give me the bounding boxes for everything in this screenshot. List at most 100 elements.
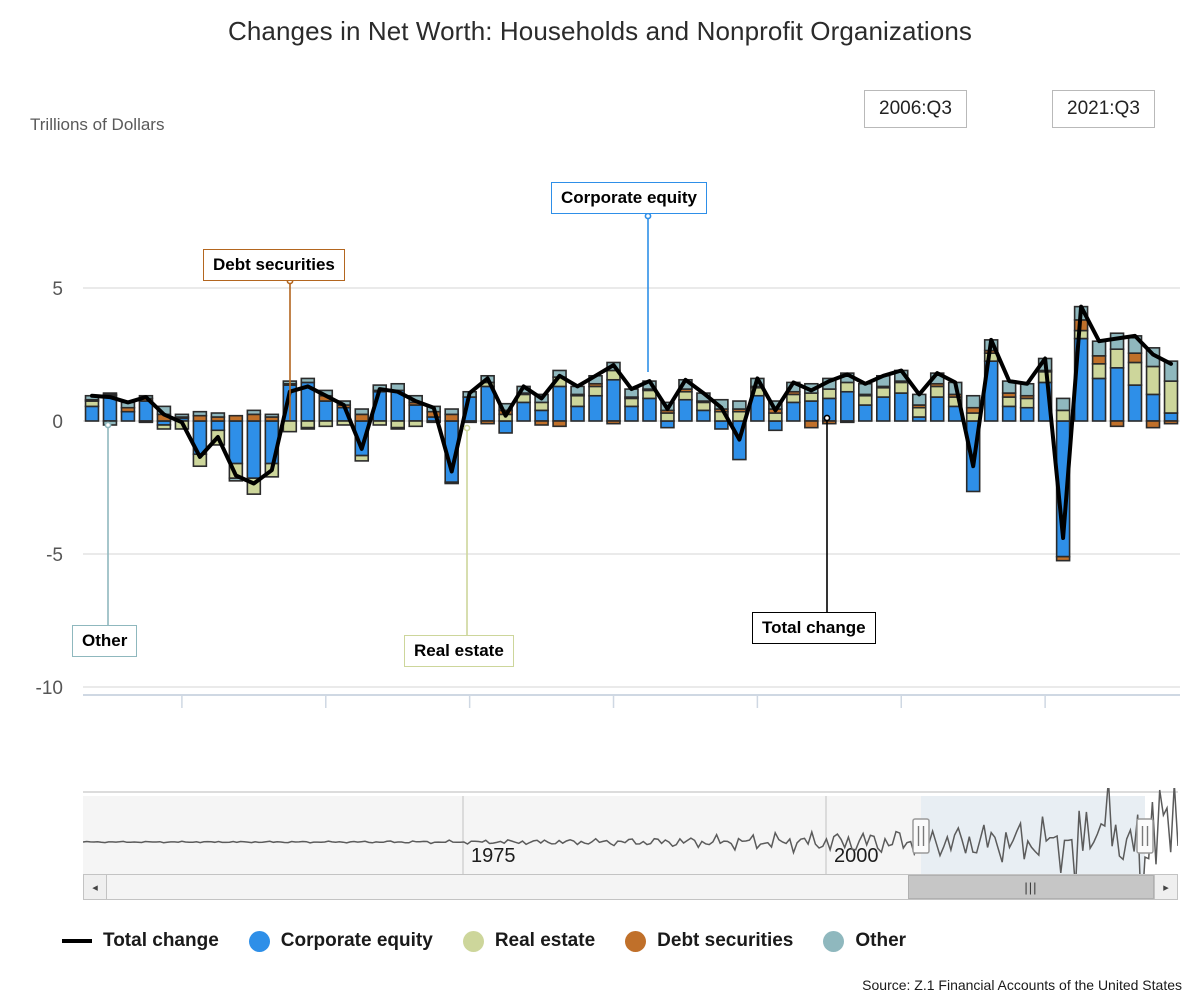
- bar-segment[interactable]: [480, 420, 495, 425]
- bar-segment[interactable]: [840, 381, 855, 393]
- bar-stack[interactable]: [1001, 380, 1017, 422]
- bar-segment[interactable]: [1145, 365, 1161, 396]
- callout-other[interactable]: Other: [72, 625, 138, 657]
- bar-segment[interactable]: [1055, 555, 1071, 562]
- bar-segment[interactable]: [282, 420, 298, 433]
- bar-segment[interactable]: [804, 400, 819, 422]
- bar-segment[interactable]: [624, 397, 639, 408]
- scroll-right-button[interactable]: ▸: [1154, 874, 1178, 900]
- bar-stack[interactable]: [1109, 332, 1125, 428]
- bar-segment[interactable]: [1163, 412, 1179, 422]
- bar-segment[interactable]: [768, 420, 783, 432]
- bar-segment[interactable]: [1091, 363, 1107, 380]
- bar-segment[interactable]: [1109, 367, 1125, 422]
- bar-segment[interactable]: [1163, 420, 1179, 425]
- bar-segment[interactable]: [1001, 405, 1017, 422]
- handle-body[interactable]: [912, 818, 930, 854]
- callout-corporate-equity[interactable]: Corporate equity: [551, 182, 708, 214]
- bar-segment[interactable]: [300, 426, 316, 430]
- bar-segment[interactable]: [1145, 393, 1161, 422]
- bar-segment[interactable]: [858, 394, 873, 406]
- bar-segment[interactable]: [1019, 397, 1035, 409]
- bar-segment[interactable]: [893, 392, 909, 422]
- bar-segment[interactable]: [624, 405, 639, 422]
- bar-segment[interactable]: [642, 397, 657, 422]
- bar-segment[interactable]: [1091, 377, 1107, 422]
- bar-segment[interactable]: [390, 420, 405, 429]
- bar-segment[interactable]: [1163, 380, 1179, 414]
- bar-segment[interactable]: [875, 396, 891, 422]
- bar-segment[interactable]: [768, 412, 783, 422]
- bar-segment[interactable]: [1091, 340, 1107, 357]
- bar-segment[interactable]: [588, 385, 603, 397]
- bar-segment[interactable]: [588, 394, 603, 422]
- bar-segment[interactable]: [300, 420, 316, 429]
- bar-segment[interactable]: [1145, 420, 1161, 429]
- bar-segment[interactable]: [606, 420, 621, 425]
- bar-stack[interactable]: [1127, 335, 1143, 422]
- bar-segment[interactable]: [354, 413, 370, 422]
- bar-segment[interactable]: [929, 385, 945, 398]
- bar-segment[interactable]: [786, 393, 801, 404]
- bar-segment[interactable]: [534, 401, 549, 412]
- bar-stack[interactable]: [1163, 360, 1179, 425]
- bar-segment[interactable]: [228, 420, 244, 465]
- bar-segment[interactable]: [840, 390, 855, 422]
- bar-segment[interactable]: [552, 385, 567, 422]
- bar-segment[interactable]: [228, 414, 244, 422]
- bar-segment[interactable]: [354, 408, 370, 416]
- bar-segment[interactable]: [300, 377, 316, 384]
- bar-segment[interactable]: [246, 409, 262, 416]
- bar-segment[interactable]: [192, 410, 208, 417]
- bar-segment[interactable]: [660, 420, 675, 429]
- bar-stack[interactable]: [570, 385, 585, 422]
- bar-stack[interactable]: [624, 388, 639, 422]
- bar-segment[interactable]: [210, 412, 226, 418]
- bar-segment[interactable]: [965, 394, 981, 409]
- bar-segment[interactable]: [516, 401, 531, 422]
- bar-segment[interactable]: [1001, 396, 1017, 408]
- bar-segment[interactable]: [1127, 384, 1143, 422]
- bar-segment[interactable]: [444, 408, 459, 416]
- callout-total-change[interactable]: Total change: [752, 612, 876, 644]
- bar-segment[interactable]: [822, 388, 837, 400]
- bar-segment[interactable]: [1019, 406, 1035, 422]
- bar-segment[interactable]: [318, 420, 334, 428]
- bar-stack[interactable]: [840, 372, 855, 424]
- bar-segment[interactable]: [552, 420, 567, 428]
- bar-segment[interactable]: [84, 405, 100, 422]
- bar-segment[interactable]: [840, 420, 855, 424]
- bar-segment[interactable]: [264, 413, 280, 418]
- legend-item-other[interactable]: Other: [823, 930, 906, 952]
- bar-stack[interactable]: [1019, 382, 1035, 422]
- callout-real-estate[interactable]: Real estate: [404, 635, 514, 667]
- legend-item-real-estate[interactable]: Real estate: [462, 930, 595, 952]
- legend-item-corporate-equity[interactable]: Corporate equity: [248, 930, 433, 952]
- scrollbar-track[interactable]: |||: [107, 874, 1154, 900]
- bar-stack[interactable]: [1091, 340, 1107, 422]
- bar-segment[interactable]: [318, 400, 334, 422]
- bar-segment[interactable]: [570, 405, 585, 422]
- bar-segment[interactable]: [174, 413, 190, 418]
- bar-segment[interactable]: [102, 392, 118, 396]
- bar-stack[interactable]: [84, 394, 100, 422]
- bar-segment[interactable]: [822, 420, 837, 425]
- bar-segment[interactable]: [965, 412, 981, 422]
- bar-segment[interactable]: [1055, 409, 1071, 422]
- bar-segment[interactable]: [786, 401, 801, 422]
- bar-segment[interactable]: [408, 404, 423, 422]
- bar-stack[interactable]: [1145, 347, 1161, 429]
- bar-segment[interactable]: [336, 420, 352, 426]
- navigator-handle-left[interactable]: [912, 818, 930, 854]
- bar-segment[interactable]: [120, 410, 136, 422]
- chart-plot-area[interactable]: 50-5-102007:Q42009:Q42011:Q42013:Q42015:…: [0, 150, 1200, 710]
- bar-stack[interactable]: [858, 382, 873, 422]
- bar-segment[interactable]: [858, 404, 873, 422]
- horizontal-scrollbar[interactable]: ◂ ||| ▸: [83, 874, 1178, 900]
- bar-segment[interactable]: [1127, 361, 1143, 386]
- bar-segment[interactable]: [246, 413, 262, 422]
- bar-segment[interactable]: [354, 454, 370, 462]
- scroll-left-button[interactable]: ◂: [83, 874, 107, 900]
- navigator-handle-right[interactable]: [1136, 818, 1154, 854]
- bar-segment[interactable]: [1055, 397, 1071, 412]
